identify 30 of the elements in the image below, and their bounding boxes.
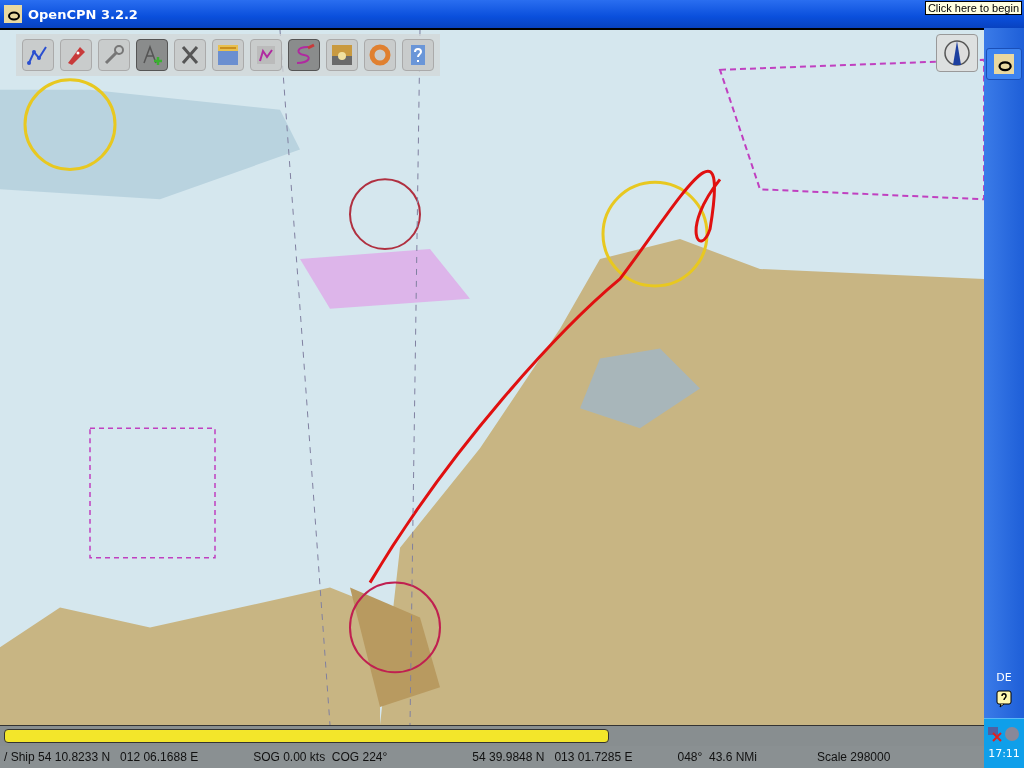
status-text: / Ship 54 10.8233 N 012 06.1688 E [4,750,199,764]
clock: 17:11 [988,747,1020,760]
status-text: 048° 43.6 NMi [677,750,757,764]
tide-button[interactable] [212,39,244,71]
help-button[interactable] [402,39,434,71]
lifering-button[interactable] [364,39,396,71]
manager-button[interactable] [250,39,282,71]
tray-icons[interactable] [987,725,1021,743]
text-button[interactable] [136,39,168,71]
app-taskbar-button[interactable] [986,48,1022,80]
compass-button[interactable] [936,34,978,72]
track-button[interactable] [288,39,320,71]
cross-button[interactable] [174,39,206,71]
life-ring-icon [368,43,392,67]
status-text: Scale 298000 [817,750,891,764]
route-button[interactable] [22,39,54,71]
status-text: SOG 0.00 kts COG 224° [253,750,388,764]
compass-icon [943,39,971,67]
window-title: OpenCPN 3.2.2 [28,6,138,22]
help-balloon-icon[interactable] [996,690,1012,708]
app-icon [4,5,22,23]
sunset-button[interactable] [326,39,358,71]
app-icon [994,54,1014,74]
letter-plus-icon [140,43,164,67]
boat-button[interactable] [60,39,92,71]
wrench-button[interactable] [98,39,130,71]
status-text: 54 39.9848 N 013 01.7285 E [472,750,633,764]
language-indicator[interactable]: DE [996,671,1012,684]
sunset-icon [330,43,354,67]
tooltip: Click here to begin [924,1,1022,15]
